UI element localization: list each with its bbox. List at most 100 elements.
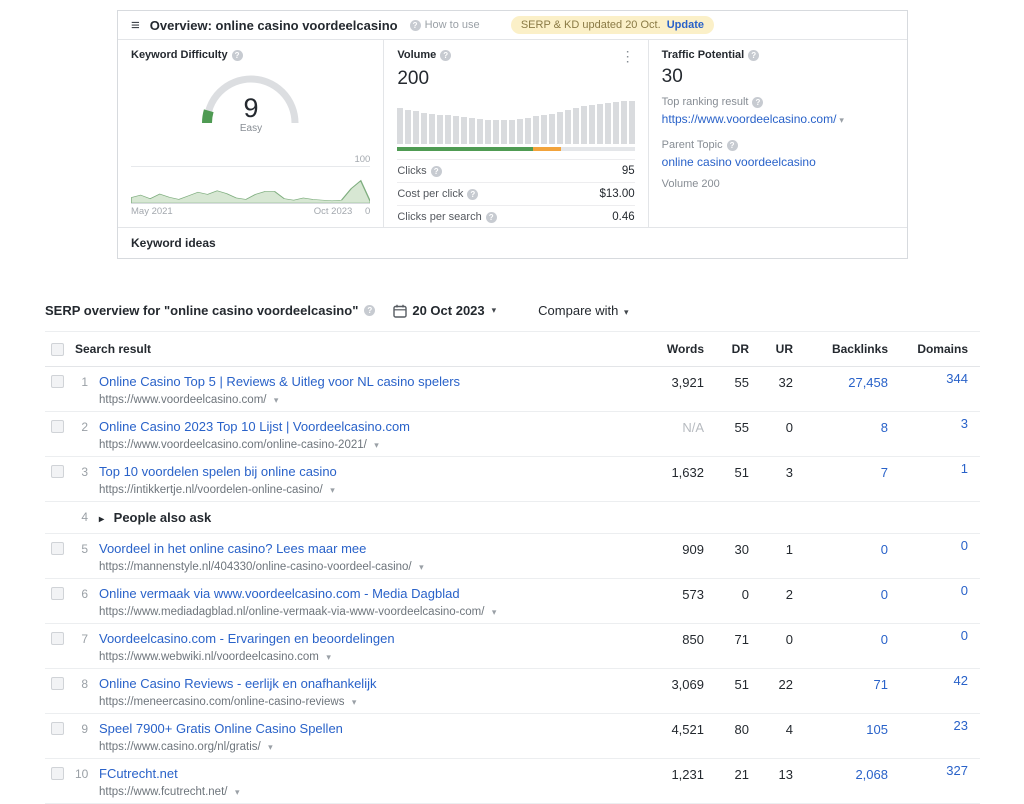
volume-value: 200: [397, 68, 634, 90]
more-options-icon[interactable]: ⋮: [621, 49, 635, 63]
domains-link[interactable]: 1: [888, 457, 980, 502]
clicks-distribution-bar: [397, 147, 634, 151]
kd-gauge: 9 Easy: [191, 63, 311, 142]
result-title-link[interactable]: Online Casino Reviews - eerlijk en onafh…: [99, 673, 376, 692]
row-checkbox[interactable]: [51, 767, 64, 780]
serp-position: 4: [75, 502, 99, 534]
row-checkbox[interactable]: [51, 375, 64, 388]
caret-right-icon[interactable]: ▸: [99, 514, 104, 525]
backlinks-link[interactable]: 0: [793, 579, 888, 624]
result-url-link[interactable]: https://www.casino.org/nl/gratis/: [99, 741, 261, 753]
domains-link[interactable]: 0: [888, 579, 980, 624]
calendar-icon: [393, 304, 407, 318]
row-checkbox[interactable]: [51, 465, 64, 478]
backlinks-link[interactable]: 8: [793, 412, 888, 457]
metric-row-cpc: Cost per click? $13.00: [397, 182, 634, 205]
serp-header: SERP overview for "online casino voordee…: [45, 303, 980, 318]
overview-panels: Keyword Difficulty ? 9 Easy 100 May 2021…: [118, 40, 907, 227]
chevron-down-icon[interactable]: ▾: [492, 607, 497, 617]
date-picker[interactable]: 20 Oct 2023 ▾: [393, 303, 496, 318]
top-ranking-result-link[interactable]: https://www.voordeelcasino.com/▾: [662, 112, 844, 126]
row-checkbox[interactable]: [51, 542, 64, 555]
result-title-link[interactable]: Online Casino Top 5 | Reviews & Uitleg v…: [99, 371, 460, 390]
chevron-down-icon[interactable]: ▾: [352, 697, 357, 707]
domains-link[interactable]: 3: [888, 412, 980, 457]
backlinks-link[interactable]: 2,068: [793, 759, 888, 804]
words-cell: 573: [629, 579, 704, 624]
table-row: 8 Online Casino Reviews - eerlijk en ona…: [45, 669, 980, 714]
domains-link[interactable]: 327: [888, 759, 980, 804]
table-row: 3 Top 10 voordelen spelen bij online cas…: [45, 457, 980, 502]
card-header: ≡ Overview: online casino voordeelcasino…: [118, 11, 907, 40]
serp-position: 3: [75, 457, 99, 502]
clicks-label: Clicks: [397, 165, 426, 177]
chevron-down-icon[interactable]: ▾: [274, 395, 279, 405]
help-icon: ?: [410, 20, 421, 31]
row-checkbox[interactable]: [51, 722, 64, 735]
result-url-link[interactable]: https://www.fcutrecht.net/: [99, 786, 227, 798]
help-icon: ?: [467, 189, 478, 200]
domains-link[interactable]: 0: [888, 534, 980, 579]
result-url-link[interactable]: https://mannenstyle.nl/404330/online-cas…: [99, 561, 412, 573]
row-checkbox[interactable]: [51, 632, 64, 645]
paa-label[interactable]: People also ask: [114, 510, 212, 525]
domains-link[interactable]: 23: [888, 714, 980, 759]
chevron-down-icon[interactable]: ▾: [330, 485, 335, 495]
keyword-ideas-section-label: Keyword ideas: [118, 227, 907, 258]
row-checkbox[interactable]: [51, 677, 64, 690]
chevron-down-icon[interactable]: ▾: [268, 742, 273, 752]
compare-with-dropdown[interactable]: Compare with ▾: [538, 303, 628, 318]
ur-cell: 0: [749, 412, 793, 457]
result-url-link[interactable]: https://intikkertje.nl/voordelen-online-…: [99, 484, 323, 496]
metric-row-clicks: Clicks? 95: [397, 159, 634, 182]
result-title-link[interactable]: Speel 7900+ Gratis Online Casino Spellen: [99, 718, 343, 737]
result-title-link[interactable]: Voordeel in het online casino? Lees maar…: [99, 538, 366, 557]
serp-overview-section: SERP overview for "online casino voordee…: [45, 303, 980, 804]
help-icon: ?: [440, 50, 451, 61]
serp-position: 2: [75, 412, 99, 457]
cpc-value: $13.00: [599, 188, 634, 200]
domains-link[interactable]: 42: [888, 669, 980, 714]
backlinks-link[interactable]: 27,458: [793, 367, 888, 412]
words-cell: N/A: [629, 412, 704, 457]
update-link[interactable]: Update: [667, 19, 704, 31]
backlinks-link[interactable]: 0: [793, 624, 888, 669]
backlinks-link[interactable]: 7: [793, 457, 888, 502]
result-url-link[interactable]: https://meneercasino.com/online-casino-r…: [99, 696, 344, 708]
result-url-link[interactable]: https://www.webwiki.nl/voordeelcasino.co…: [99, 651, 319, 663]
serp-title: SERP overview for "online casino voordee…: [45, 303, 358, 318]
chevron-down-icon[interactable]: ▾: [235, 787, 240, 797]
help-icon: ?: [364, 305, 375, 316]
ur-cell: 32: [749, 367, 793, 412]
kd-axis-start: May 2021: [131, 206, 173, 217]
result-title-link[interactable]: Online vermaak via www.voordeelcasino.co…: [99, 583, 460, 602]
backlinks-link[interactable]: 71: [793, 669, 888, 714]
how-to-use-link[interactable]: ? How to use: [410, 19, 480, 31]
chevron-down-icon[interactable]: ▾: [419, 562, 424, 572]
backlinks-link[interactable]: 105: [793, 714, 888, 759]
kd-label: Keyword Difficulty ?: [131, 49, 370, 61]
parent-topic-link[interactable]: online casino voordeelcasino: [662, 155, 816, 169]
result-title-link[interactable]: FCutrecht.net: [99, 763, 178, 782]
result-title-link[interactable]: Top 10 voordelen spelen bij online casin…: [99, 461, 337, 480]
words-cell: 1,231: [629, 759, 704, 804]
select-all-checkbox[interactable]: [51, 343, 64, 356]
backlinks-link[interactable]: 0: [793, 534, 888, 579]
ur-cell: 1: [749, 534, 793, 579]
row-checkbox[interactable]: [51, 420, 64, 433]
chevron-down-icon[interactable]: ▾: [374, 440, 379, 450]
result-url-link[interactable]: https://www.voordeelcasino.com/: [99, 394, 266, 406]
result-url-link[interactable]: https://www.voordeelcasino.com/online-ca…: [99, 439, 367, 451]
table-row: 2 Online Casino 2023 Top 10 Lijst | Voor…: [45, 412, 980, 457]
domains-link[interactable]: 0: [888, 624, 980, 669]
traffic-potential-value: 30: [662, 66, 894, 88]
domains-link[interactable]: 344: [888, 367, 980, 412]
row-checkbox[interactable]: [51, 587, 64, 600]
help-icon: ?: [232, 50, 243, 61]
menu-icon[interactable]: ≡: [131, 18, 140, 33]
result-url-link[interactable]: https://www.mediadagblad.nl/online-verma…: [99, 606, 484, 618]
chevron-down-icon[interactable]: ▾: [326, 652, 331, 662]
help-icon: ?: [486, 212, 497, 223]
result-title-link[interactable]: Voordeelcasino.com - Ervaringen en beoor…: [99, 628, 395, 647]
result-title-link[interactable]: Online Casino 2023 Top 10 Lijst | Voorde…: [99, 416, 410, 435]
